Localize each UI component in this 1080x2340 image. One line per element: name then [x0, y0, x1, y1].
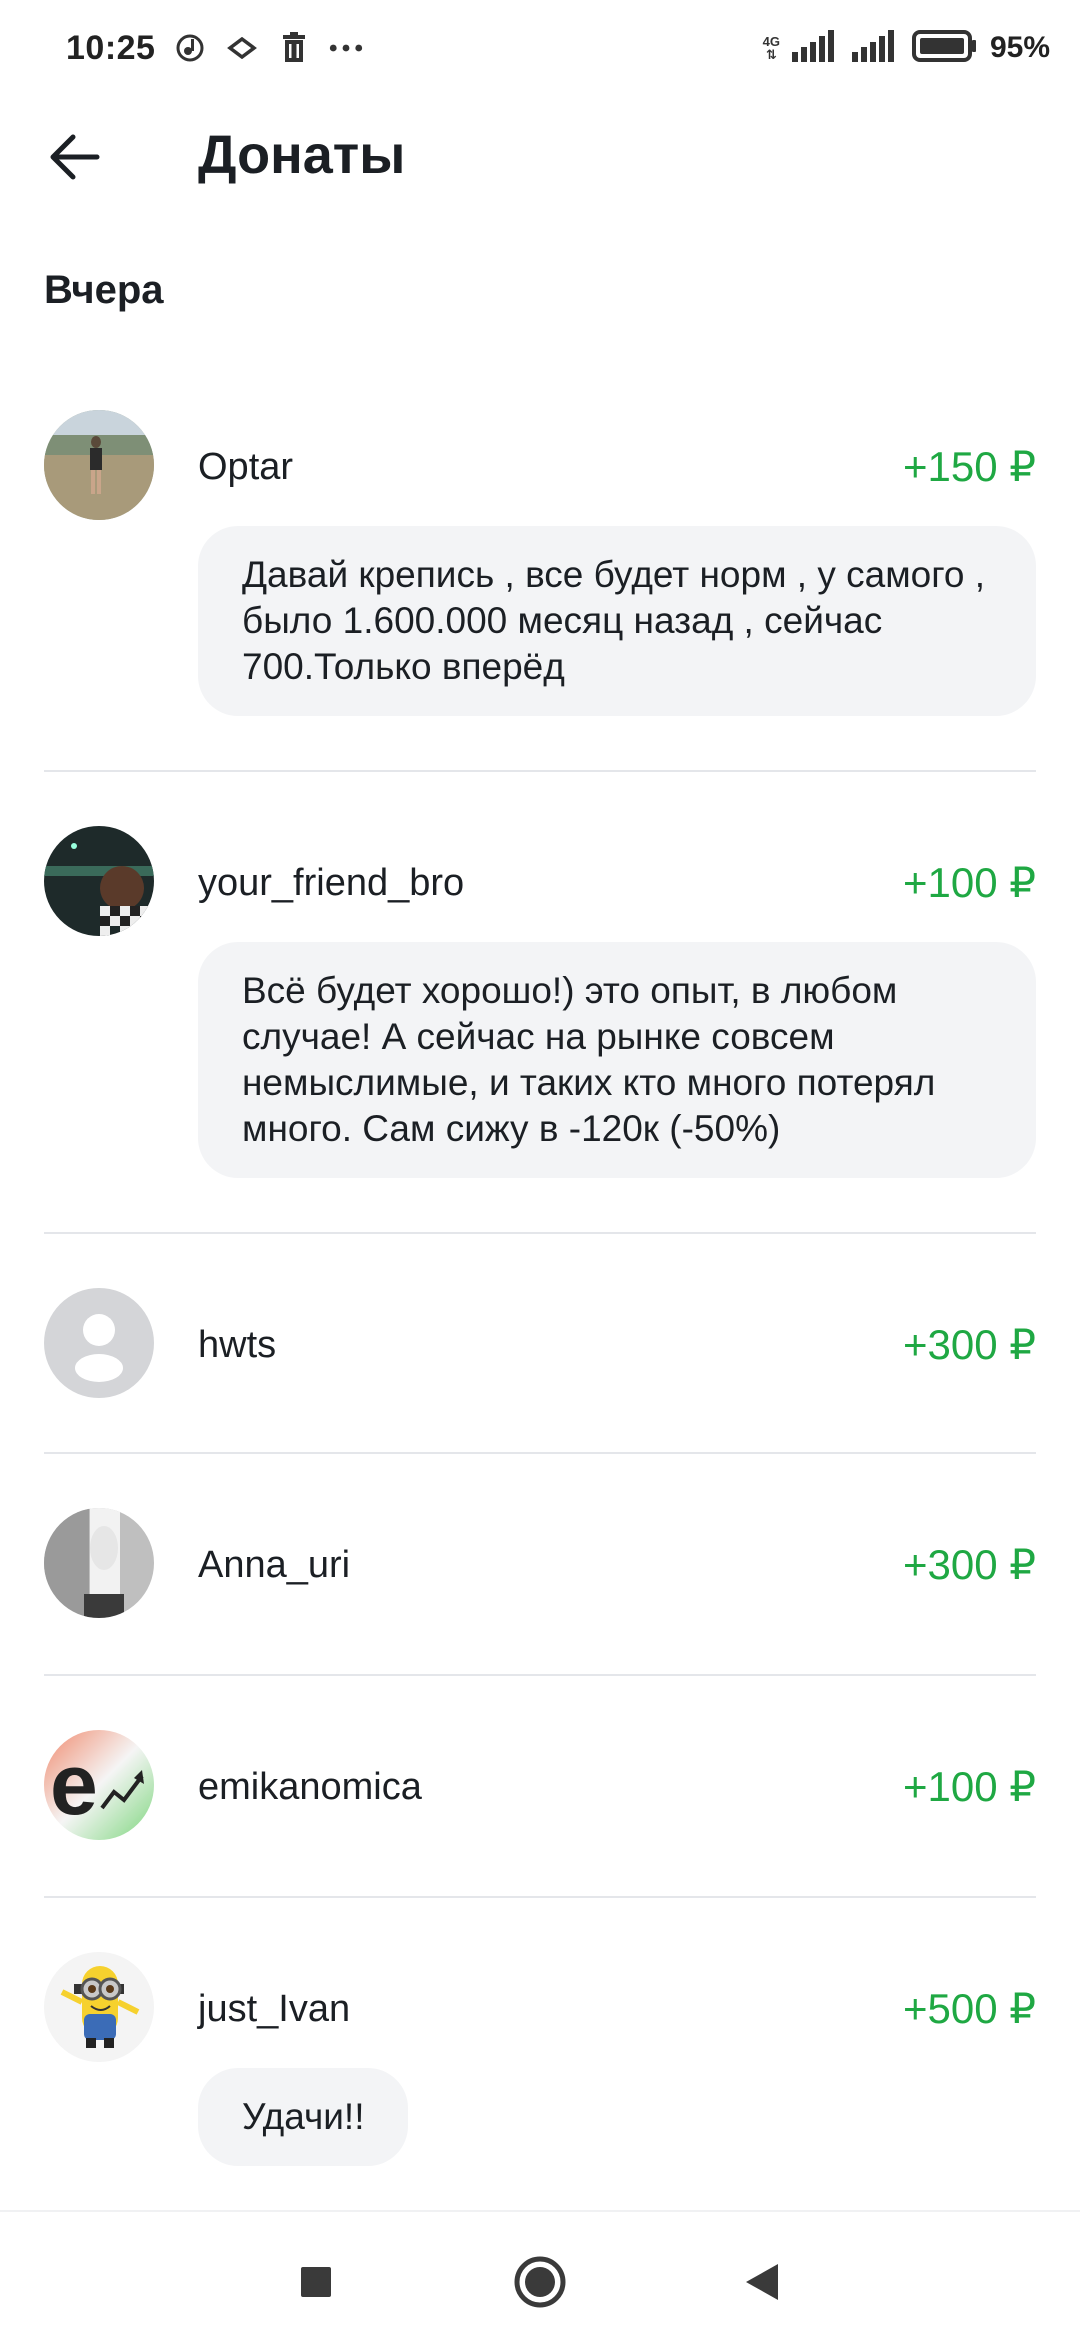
- system-nav-bar: [0, 2210, 1080, 2340]
- divider: [44, 1674, 1036, 1676]
- status-right: 4G ⇅ 95%: [763, 29, 1050, 67]
- donor-name: just_Ivan: [198, 1988, 351, 2030]
- home-button[interactable]: [510, 2252, 570, 2312]
- status-left: 10:25: [66, 29, 363, 68]
- donation-amount: +300 ₽: [903, 1541, 1036, 1588]
- donation-message: Давай крепись , все будет норм , у самог…: [198, 526, 1036, 716]
- trash-icon: [277, 31, 311, 65]
- donation-amount: +500 ₽: [903, 1985, 1036, 2032]
- avatar[interactable]: [44, 1508, 154, 1618]
- donation-message: Всё будет хорошо!) это опыт, в любом слу…: [198, 942, 1036, 1178]
- donor-name: emikanomica: [198, 1766, 422, 1808]
- avatar[interactable]: e: [44, 1730, 154, 1840]
- default-avatar-icon[interactable]: [44, 1288, 154, 1398]
- triangle-back-icon: [746, 2264, 778, 2300]
- circle-icon: [514, 2256, 566, 2308]
- vpn-icon: [225, 31, 259, 65]
- divider: [44, 1232, 1036, 1234]
- donor-name: Anna_uri: [198, 1544, 351, 1586]
- donation-amount: +100 ₽: [903, 1763, 1036, 1810]
- signal-icon: [791, 29, 840, 67]
- donor-name: hwts: [198, 1324, 277, 1366]
- status-bar: 10:25 4G ⇅ 95%: [0, 0, 1080, 96]
- square-icon: [301, 2267, 331, 2297]
- divider: [44, 1896, 1036, 1898]
- donor-name: Optar: [198, 446, 294, 488]
- divider: [44, 770, 1036, 772]
- donation-amount: +150 ₽: [903, 443, 1036, 490]
- recents-button[interactable]: [286, 2252, 346, 2312]
- donation-message: Удачи!!: [198, 2068, 409, 2166]
- signal-icon-2: [851, 29, 900, 67]
- divider: [44, 1452, 1036, 1454]
- nav-back-button[interactable]: [732, 2252, 792, 2312]
- more-dots-icon: [329, 31, 363, 65]
- section-title: Вчера: [44, 268, 164, 312]
- donation-amount: +300 ₽: [903, 1321, 1036, 1368]
- avatar[interactable]: [44, 410, 154, 520]
- avatar[interactable]: [44, 826, 154, 936]
- data-arrows-icon: ⇅: [765, 47, 777, 62]
- arrow-left-icon: [50, 134, 100, 180]
- battery-percent: 95%: [989, 31, 1050, 64]
- status-time: 10:25: [66, 28, 156, 67]
- battery-icon: [911, 29, 978, 67]
- page-title: Донаты: [198, 125, 406, 185]
- donations-screen: 10:25 4G ⇅ 95% Донаты Вчера Optar +150 ₽…: [0, 0, 1080, 2340]
- svg-text:e: e: [50, 1737, 98, 1833]
- network-type-icon: 4G ⇅: [763, 35, 780, 61]
- back-button[interactable]: [40, 122, 110, 192]
- avatar[interactable]: [44, 1952, 154, 2062]
- donation-amount: +100 ₽: [903, 859, 1036, 906]
- music-note-icon: [173, 31, 207, 65]
- header: Донаты: [0, 96, 1080, 216]
- donor-name: your_friend_bro: [198, 862, 465, 904]
